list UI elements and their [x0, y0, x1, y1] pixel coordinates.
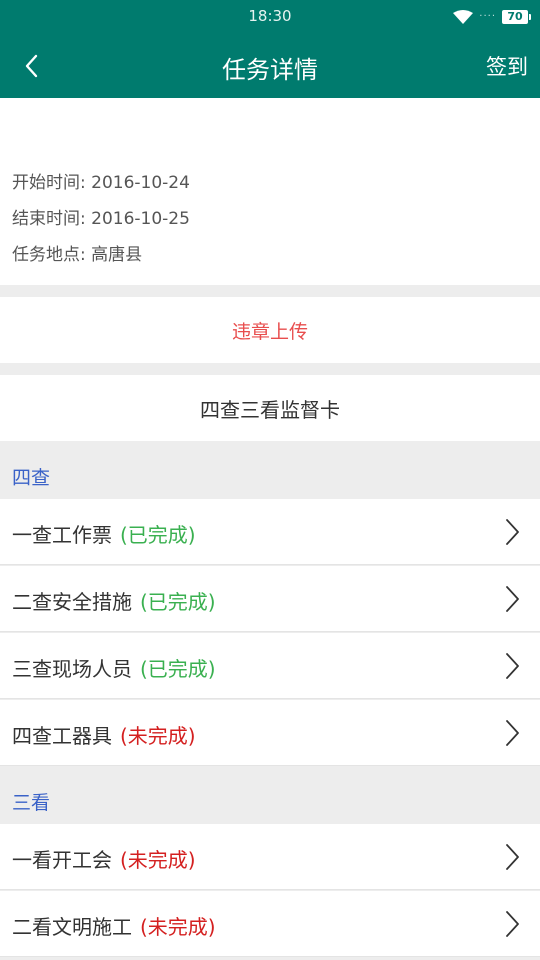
supervision-card-header: 四查三看监督卡: [0, 375, 540, 441]
wifi-icon: [453, 10, 474, 24]
status-badge: (未完成): [120, 848, 196, 872]
supervision-card-title: 四查三看监督卡: [200, 397, 340, 422]
item-label: 二查安全措施: [12, 590, 132, 614]
chevron-right-icon: [506, 720, 519, 746]
section-label: 三看: [12, 792, 51, 814]
status-badge: (已完成): [140, 657, 216, 681]
item-label: 三查现场人员: [12, 657, 132, 681]
status-badge: (已完成): [120, 523, 196, 547]
nav-bar: 任务详情 签到: [0, 34, 540, 98]
item-label: 四查工器具: [12, 724, 112, 748]
chevron-right-icon: [506, 911, 519, 937]
status-badge: (未完成): [140, 915, 216, 939]
status-icons: ···· 70: [453, 8, 531, 26]
list-item[interactable]: 二看文明施工 (未完成): [0, 891, 540, 957]
end-time: 结束时间: 2016-10-25: [12, 209, 190, 229]
chevron-right-icon: [506, 519, 519, 545]
item-label: 一查工作票: [12, 523, 112, 547]
item-label: 二看文明施工: [12, 915, 132, 939]
list-item[interactable]: 四查工器具 (未完成): [0, 700, 540, 766]
chevron-right-icon: [506, 653, 519, 679]
list-item[interactable]: 一查工作票 (已完成): [0, 499, 540, 565]
status-badge: (已完成): [140, 590, 216, 614]
signal-icon: ····: [479, 11, 496, 22]
section-header-three-looks: 三看: [0, 767, 540, 824]
list-item[interactable]: 二查安全措施 (已完成): [0, 566, 540, 632]
chevron-right-icon: [506, 586, 519, 612]
start-time: 开始时间: 2016-10-24: [12, 173, 190, 193]
status-badge: (未完成): [120, 724, 196, 748]
page-title: 任务详情: [222, 56, 318, 84]
battery-icon: 70: [502, 10, 531, 24]
chevron-right-icon: [506, 844, 519, 870]
task-info-card: 开始时间: 2016-10-24 结束时间: 2016-10-25 任务地点: …: [0, 98, 540, 285]
task-location: 任务地点: 高唐县: [12, 245, 143, 265]
list-item[interactable]: 一看开工会 (未完成): [0, 824, 540, 890]
item-label: 一看开工会: [12, 848, 112, 872]
status-bar: 18:30 ···· 70: [0, 0, 540, 34]
app-header: 18:30 ···· 70 任务详情 签到: [0, 0, 540, 98]
violation-upload-button[interactable]: 违章上传: [0, 297, 540, 363]
violation-upload-label: 违章上传: [231, 320, 308, 343]
section-label: 四查: [12, 467, 51, 489]
list-item[interactable]: 三查现场人员 (已完成): [0, 633, 540, 699]
sign-in-button[interactable]: 签到: [486, 51, 528, 81]
section-header-four-checks: 四查: [0, 442, 540, 499]
